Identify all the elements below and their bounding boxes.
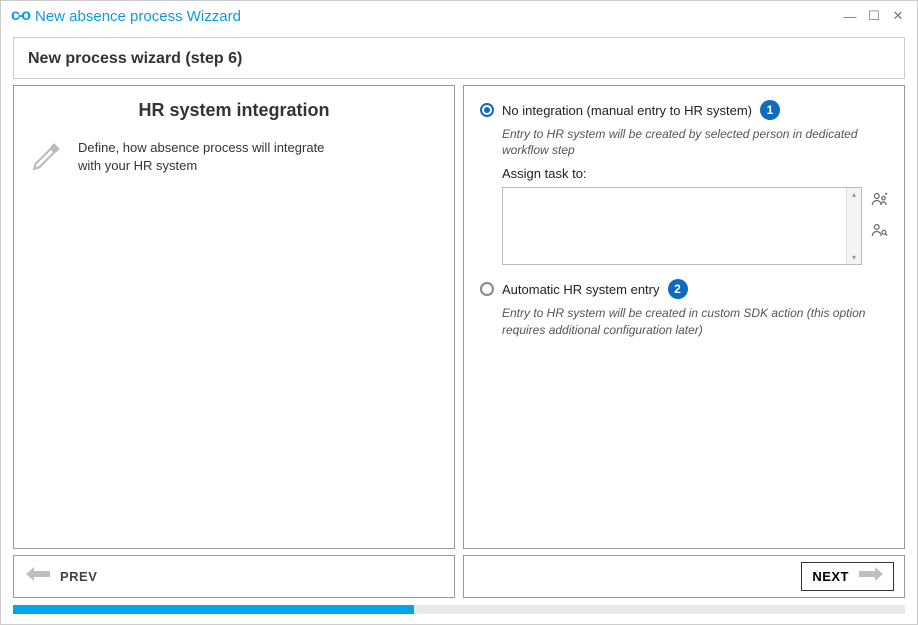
progress-fill bbox=[13, 605, 414, 614]
radio-automatic[interactable] bbox=[480, 282, 494, 296]
assign-task-label: Assign task to: bbox=[502, 166, 888, 181]
maximize-icon[interactable]: ☐ bbox=[865, 8, 883, 24]
option-automatic-label: Automatic HR system entry bbox=[502, 282, 660, 297]
option-no-integration-label: No integration (manual entry to HR syste… bbox=[502, 103, 752, 118]
option-no-integration-hint: Entry to HR system will be created by se… bbox=[502, 126, 888, 158]
footer: PREV NEXT bbox=[13, 555, 905, 598]
info-panel: HR system integration Define, how absenc… bbox=[13, 85, 455, 549]
assign-task-input[interactable]: ▴ ▾ bbox=[502, 187, 862, 265]
footer-right: NEXT bbox=[463, 555, 905, 598]
search-user-icon[interactable] bbox=[870, 222, 888, 243]
pencil-icon bbox=[30, 139, 64, 178]
add-user-icon[interactable] bbox=[870, 191, 888, 212]
footer-left: PREV bbox=[13, 555, 455, 598]
next-button[interactable]: NEXT bbox=[801, 562, 894, 591]
info-description: Define, how absence process will integra… bbox=[78, 139, 338, 174]
content-area: HR system integration Define, how absenc… bbox=[13, 85, 905, 549]
prev-label: PREV bbox=[60, 569, 97, 584]
progress-bar bbox=[13, 605, 905, 614]
info-title: HR system integration bbox=[30, 100, 438, 121]
assign-scrollbar[interactable]: ▴ ▾ bbox=[846, 188, 861, 264]
option-automatic-hint: Entry to HR system will be created in cu… bbox=[502, 305, 888, 337]
titlebar: c-o New absence process Wizzard — ☐ ✕ bbox=[1, 1, 917, 31]
close-icon[interactable]: ✕ bbox=[889, 8, 907, 24]
options-panel: No integration (manual entry to HR syste… bbox=[463, 85, 905, 549]
option-automatic[interactable]: Automatic HR system entry 2 bbox=[480, 279, 888, 299]
header-panel: New process wizard (step 6) bbox=[13, 37, 905, 79]
arrow-left-icon bbox=[26, 567, 50, 586]
radio-no-integration[interactable] bbox=[480, 103, 494, 117]
badge-1: 1 bbox=[760, 100, 780, 120]
wizard-step-title: New process wizard (step 6) bbox=[28, 50, 890, 68]
next-label: NEXT bbox=[812, 569, 849, 584]
scroll-up-icon[interactable]: ▴ bbox=[852, 190, 856, 199]
prev-button[interactable]: PREV bbox=[24, 563, 99, 590]
app-logo-icon: c-o bbox=[11, 7, 29, 25]
window-title: New absence process Wizzard bbox=[35, 8, 241, 25]
minimize-icon[interactable]: — bbox=[841, 9, 859, 24]
wizard-window: c-o New absence process Wizzard — ☐ ✕ Ne… bbox=[0, 0, 918, 625]
scroll-down-icon[interactable]: ▾ bbox=[852, 253, 856, 262]
assign-task-value bbox=[503, 188, 846, 264]
arrow-right-icon bbox=[859, 567, 883, 586]
option-no-integration[interactable]: No integration (manual entry to HR syste… bbox=[480, 100, 888, 120]
badge-2: 2 bbox=[668, 279, 688, 299]
